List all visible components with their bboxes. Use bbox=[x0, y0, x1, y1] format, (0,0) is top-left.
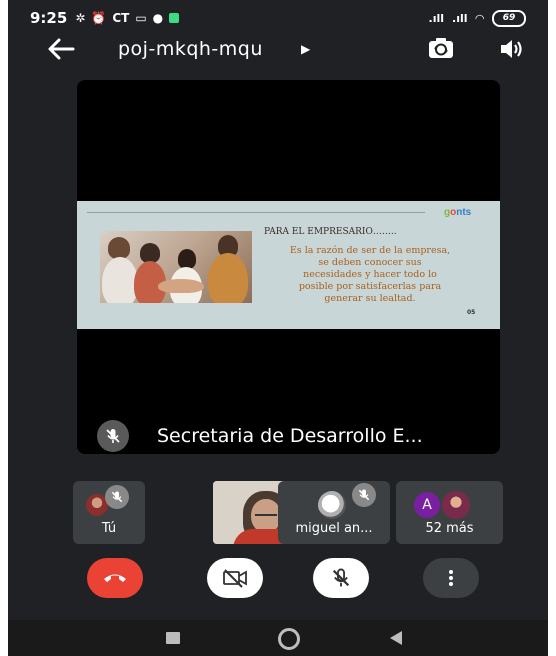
hang-up-icon bbox=[104, 574, 126, 582]
shared-slide: gonts PARA EL EMPRESARIO…….. Es la razón… bbox=[77, 201, 500, 329]
signal-icon-2: .ıll bbox=[452, 11, 468, 25]
battery-level: 69 bbox=[502, 13, 516, 23]
mic-muted-icon bbox=[332, 568, 350, 587]
navigation-bar bbox=[8, 620, 548, 656]
participant-name-self: Tú bbox=[101, 521, 117, 536]
caret-right-icon[interactable]: ▶ bbox=[301, 42, 310, 56]
participant-name-miguel: miguel an... bbox=[295, 521, 373, 536]
app-icon: ● bbox=[152, 11, 164, 25]
slide-divider bbox=[87, 212, 425, 213]
status-right: .ıll .ıll ◠ 69 bbox=[428, 9, 526, 27]
avatar-miguel bbox=[318, 491, 346, 519]
participant-tile-miguel[interactable]: miguel an... bbox=[278, 481, 390, 544]
slide-logo: gonts bbox=[444, 207, 472, 218]
participant-more-count: 52 más bbox=[425, 521, 474, 536]
miguel-mic-off-icon bbox=[352, 483, 376, 507]
avatar-letter: A bbox=[414, 492, 440, 518]
slide-photo bbox=[100, 231, 252, 303]
participant-tile-more[interactable]: A 52 más bbox=[396, 481, 503, 544]
main-participant-name: Secretaria de Desarrollo E... bbox=[157, 425, 423, 447]
battery-icon: 69 bbox=[492, 9, 526, 27]
main-video-tile[interactable]: gonts PARA EL EMPRESARIO…….. Es la razón… bbox=[77, 80, 500, 454]
meeting-code[interactable]: poj-mkqh-mqu bbox=[118, 38, 263, 60]
camera-toggle-button[interactable] bbox=[207, 558, 263, 598]
call-controls bbox=[8, 558, 548, 608]
mic-off-icon bbox=[97, 420, 129, 452]
status-icons: ✲ ⏰ CT ▭ ● bbox=[75, 11, 180, 25]
back-arrow-icon[interactable] bbox=[46, 36, 76, 62]
mic-toggle-button[interactable] bbox=[313, 558, 369, 598]
notification-icon: ✲ bbox=[75, 11, 86, 25]
nav-back-icon[interactable] bbox=[390, 631, 402, 645]
phone-screen: 9:25 ✲ ⏰ CT ▭ ● .ıll .ıll ◠ 69 poj-mkqh-… bbox=[8, 0, 548, 656]
home-icon[interactable] bbox=[278, 628, 300, 650]
more-vert-icon bbox=[449, 570, 453, 586]
participant-strip: Tú miguel an... A 52 más bbox=[73, 481, 503, 544]
avatar-more bbox=[442, 491, 470, 519]
slide-note: 05 bbox=[467, 309, 476, 316]
carrier-tag: CT bbox=[112, 11, 130, 25]
speaker-icon[interactable] bbox=[498, 36, 524, 62]
status-time: 9:25 bbox=[30, 9, 68, 27]
video-icon: ▭ bbox=[135, 11, 147, 25]
signal-icon: .ıll bbox=[428, 11, 445, 25]
wifi-icon: ◠ bbox=[475, 11, 484, 25]
end-call-button[interactable] bbox=[87, 558, 143, 598]
slide-heading: PARA EL EMPRESARIO…….. bbox=[264, 227, 397, 237]
top-app-bar: poj-mkqh-mqu ▶ bbox=[8, 28, 548, 72]
more-options-button[interactable] bbox=[423, 558, 479, 598]
alarm-icon: ⏰ bbox=[91, 11, 107, 25]
switch-camera-icon[interactable] bbox=[426, 34, 456, 64]
slide-body: Es la razón de ser de la empresa, se deb… bbox=[289, 245, 451, 304]
self-mic-off-icon bbox=[105, 485, 129, 509]
tile-name-row: Secretaria de Desarrollo E... bbox=[97, 420, 423, 452]
camera-off-icon bbox=[223, 569, 247, 588]
recent-apps-icon[interactable] bbox=[166, 632, 180, 644]
participant-tile-self[interactable]: Tú bbox=[73, 481, 145, 544]
meet-icon bbox=[169, 13, 180, 23]
